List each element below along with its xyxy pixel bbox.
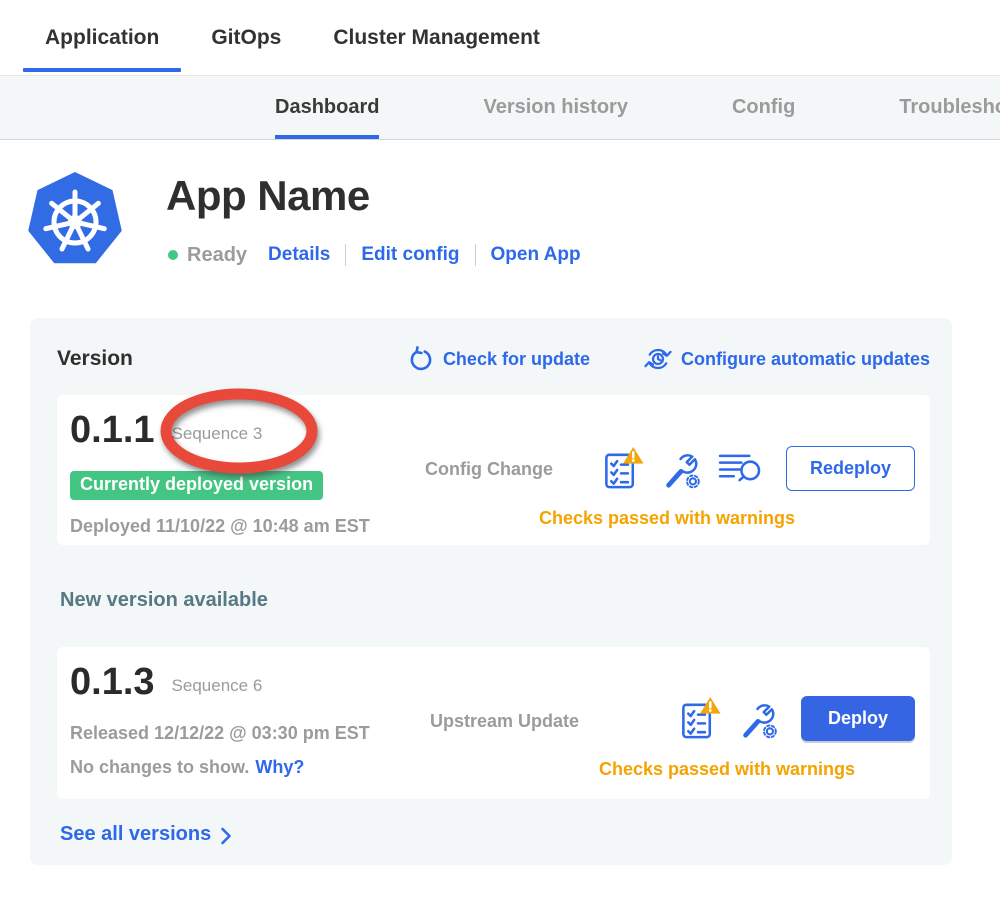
current-version-icons bbox=[602, 446, 763, 491]
version-source-label: Config Change bbox=[425, 459, 553, 480]
no-changes-text: No changes to show. Why? bbox=[70, 757, 304, 778]
see-all-versions-link[interactable]: See all versions bbox=[60, 823, 232, 846]
edit-config-link[interactable]: Edit config bbox=[361, 244, 459, 266]
version-card: Version Check for update Configure bbox=[30, 318, 952, 865]
new-version-heading: New version available bbox=[60, 589, 930, 612]
link-separator bbox=[475, 244, 476, 266]
configure-automatic-updates-label: Configure automatic updates bbox=[681, 349, 930, 370]
new-version-number: 0.1.3 bbox=[70, 663, 155, 701]
check-for-update-label: Check for update bbox=[443, 349, 590, 370]
status-text: Ready bbox=[187, 244, 247, 267]
preflight-checks-icon[interactable] bbox=[679, 696, 721, 741]
version-card-actions: Check for update Configure automatic upd… bbox=[407, 345, 930, 373]
new-version-sequence: Sequence 6 bbox=[172, 676, 263, 696]
tab-troubleshoot[interactable]: Troubleshoot bbox=[899, 76, 1000, 139]
new-version-icons bbox=[679, 696, 778, 741]
app-status-row: Ready Details Edit config Open App bbox=[168, 241, 581, 269]
check-for-update-button[interactable]: Check for update bbox=[407, 346, 590, 373]
deploy-button[interactable]: Deploy bbox=[801, 696, 915, 741]
current-version-row: 0.1.1 Sequence 3 Currently deployed vers… bbox=[57, 395, 930, 545]
config-wrench-icon[interactable] bbox=[661, 448, 701, 490]
deployed-timestamp: Deployed 11/10/22 @ 10:48 am EST bbox=[70, 516, 370, 537]
version-card-header: Version Check for update Configure bbox=[57, 344, 930, 374]
details-link[interactable]: Details bbox=[268, 244, 330, 266]
link-separator bbox=[345, 244, 346, 266]
redeploy-button[interactable]: Redeploy bbox=[786, 446, 915, 491]
new-version-row: 0.1.3 Sequence 6 Released 12/12/22 @ 03:… bbox=[57, 647, 930, 799]
version-source-label: Upstream Update bbox=[430, 711, 579, 732]
app-header: App Name Ready Details Edit config Open … bbox=[0, 140, 1000, 318]
auto-update-icon bbox=[644, 345, 672, 373]
new-version-controls: Deploy bbox=[679, 696, 915, 741]
tab-dashboard[interactable]: Dashboard bbox=[275, 76, 379, 139]
tab-config[interactable]: Config bbox=[732, 76, 795, 139]
checks-status-text: Checks passed with warnings bbox=[467, 508, 867, 529]
no-changes-label: No changes to show. bbox=[70, 757, 249, 777]
tab-version-history[interactable]: Version history bbox=[483, 76, 628, 139]
tab-cluster-management[interactable]: Cluster Management bbox=[311, 0, 562, 75]
current-version-number: 0.1.1 bbox=[70, 411, 155, 449]
current-version-line: 0.1.1 Sequence 3 bbox=[70, 411, 262, 449]
current-version-controls: Redeploy bbox=[602, 446, 915, 491]
checks-status-text: Checks passed with warnings bbox=[527, 759, 927, 780]
released-timestamp: Released 12/12/22 @ 03:30 pm EST bbox=[70, 723, 370, 744]
view-diff-icon[interactable] bbox=[718, 450, 763, 487]
see-all-versions-label: See all versions bbox=[60, 823, 211, 846]
primary-nav: Application GitOps Cluster Management bbox=[0, 0, 1000, 75]
chevron-right-icon bbox=[219, 826, 232, 846]
status-dot bbox=[168, 250, 178, 260]
refresh-icon bbox=[407, 346, 434, 373]
tab-gitops[interactable]: GitOps bbox=[189, 0, 303, 75]
currently-deployed-badge: Currently deployed version bbox=[70, 471, 323, 500]
current-version-sequence: Sequence 3 bbox=[172, 424, 263, 444]
preflight-checks-icon[interactable] bbox=[602, 446, 644, 491]
open-app-link[interactable]: Open App bbox=[491, 244, 581, 266]
app-sub-nav: Dashboard Version history Config Trouble… bbox=[0, 75, 1000, 140]
config-wrench-icon[interactable] bbox=[738, 698, 778, 740]
configure-automatic-updates-button[interactable]: Configure automatic updates bbox=[644, 345, 930, 373]
why-link[interactable]: Why? bbox=[255, 757, 304, 777]
new-version-line: 0.1.3 Sequence 6 bbox=[70, 663, 262, 701]
version-card-title: Version bbox=[57, 347, 133, 371]
kubernetes-logo-icon bbox=[25, 170, 125, 270]
page-title: App Name bbox=[166, 172, 370, 220]
tab-application[interactable]: Application bbox=[23, 0, 181, 75]
